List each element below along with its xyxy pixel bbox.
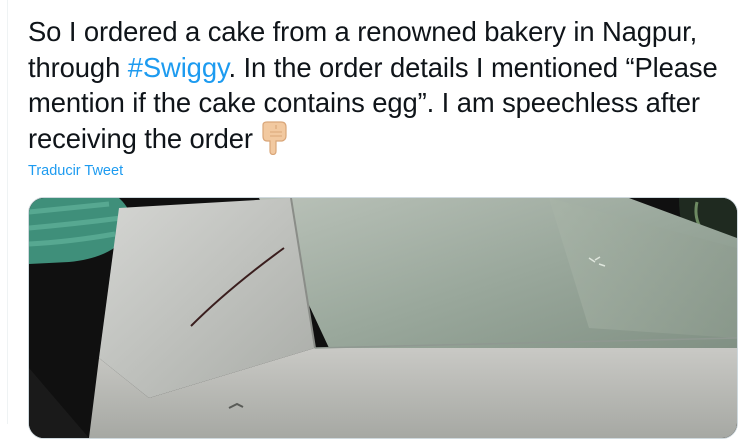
tweet-text: So I ordered a cake from a renowned bake… xyxy=(28,14,743,156)
cake-box-photo-image xyxy=(29,198,737,438)
translate-tweet-link[interactable]: Traducir Tweet xyxy=(28,163,123,179)
thread-divider xyxy=(7,0,8,424)
tweet-photo[interactable] xyxy=(28,197,738,439)
hashtag-link[interactable]: #Swiggy xyxy=(128,52,229,83)
tweet-card: So I ordered a cake from a renowned bake… xyxy=(0,0,753,439)
pointing-down-hand-icon xyxy=(259,120,289,155)
